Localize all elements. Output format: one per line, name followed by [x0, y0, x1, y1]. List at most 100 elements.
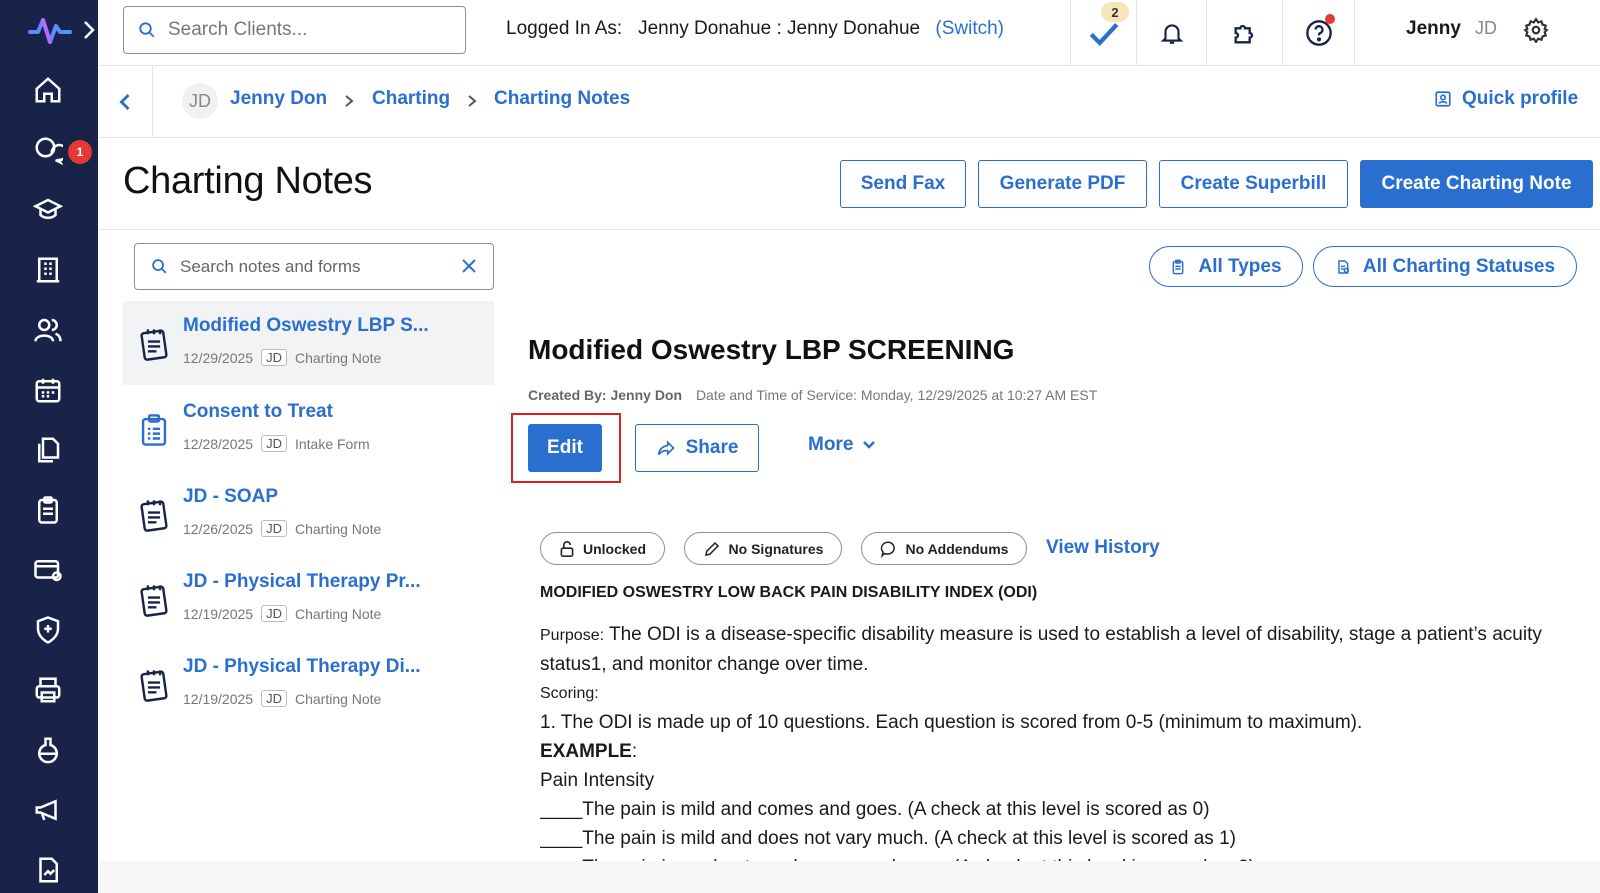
- filter-charting-statuses[interactable]: All Charting Statuses: [1313, 246, 1577, 287]
- notes-search-input[interactable]: [180, 256, 450, 277]
- quick-profile-link[interactable]: Quick profile: [1434, 88, 1578, 110]
- nav-charting[interactable]: [30, 492, 66, 528]
- client-search[interactable]: [123, 6, 466, 54]
- documents-icon: [38, 437, 60, 463]
- help-button[interactable]: [1282, 0, 1354, 65]
- page-title: Charting Notes: [123, 160, 373, 202]
- nav-clients[interactable]: [30, 312, 66, 348]
- nav-reports[interactable]: [30, 852, 66, 888]
- app-logo-icon[interactable]: [26, 12, 74, 48]
- filter-label: All Types: [1198, 255, 1282, 277]
- example-label: EXAMPLE: [540, 741, 632, 762]
- view-history-link[interactable]: View History: [1046, 537, 1160, 559]
- create-charting-note-button[interactable]: Create Charting Note: [1360, 160, 1593, 208]
- note-list-item[interactable]: JD - SOAP 12/26/2025 JD Charting Note: [123, 472, 494, 556]
- integrations-button[interactable]: [1206, 0, 1282, 65]
- chevron-right-icon: [345, 95, 354, 107]
- note-list-item[interactable]: JD - Physical Therapy Di... 12/19/2025 J…: [123, 642, 494, 726]
- nav-education[interactable]: [30, 192, 66, 228]
- note-author-initials: JD: [261, 520, 287, 537]
- printer-icon: [35, 677, 61, 703]
- note-list-item[interactable]: JD - Physical Therapy Pr... 12/19/2025 J…: [123, 557, 494, 641]
- notifications-button[interactable]: [1136, 0, 1206, 65]
- chat-bubbles-icon: [35, 137, 63, 165]
- note-author-initials: JD: [261, 605, 287, 622]
- note-author-initials: JD: [261, 690, 287, 707]
- note-author-initials: JD: [261, 435, 287, 452]
- scoring-line: 1. The ODI is made up of 10 questions. E…: [540, 712, 1363, 733]
- bottom-bar: [98, 861, 1600, 893]
- chevron-right-icon: [468, 95, 477, 107]
- addendum-status-label: No Addendums: [905, 540, 1009, 557]
- gear-icon[interactable]: [1523, 17, 1549, 43]
- nav-messages[interactable]: [30, 132, 66, 168]
- note-detail-title: Modified Oswestry LBP SCREENING: [528, 334, 1015, 365]
- send-fax-button[interactable]: Send Fax: [840, 160, 966, 208]
- note-meta: 12/28/2025 JD Intake Form: [183, 435, 370, 452]
- note-body-heading: MODIFIED OSWESTRY LOW BACK PAIN DISABILI…: [540, 584, 1038, 601]
- note-type: Charting Note: [294, 520, 382, 537]
- scoring-label: Scoring:: [540, 685, 599, 702]
- tasks-button[interactable]: 2: [1070, 0, 1136, 65]
- divider: [152, 66, 153, 137]
- switch-user-link[interactable]: (Switch): [935, 18, 1004, 39]
- create-superbill-button[interactable]: Create Superbill: [1159, 160, 1348, 208]
- divider: [98, 229, 1600, 230]
- note-title: JD - SOAP: [183, 486, 279, 507]
- note-list-item[interactable]: Modified Oswestry LBP S... 12/29/2025 JD…: [123, 301, 494, 385]
- chevron-down-icon: [863, 441, 876, 449]
- nav-home[interactable]: [30, 72, 66, 108]
- nav-insurance[interactable]: [30, 612, 66, 648]
- signature-status-chip: No Signatures: [684, 532, 842, 565]
- note-type: Charting Note: [294, 605, 382, 622]
- note-type: Intake Form: [294, 435, 370, 452]
- service-datetime: Date and Time of Service: Monday, 12/29/…: [695, 387, 1098, 403]
- close-icon[interactable]: [459, 256, 479, 276]
- note-list-item[interactable]: Consent to Treat 12/28/2025 JD Intake Fo…: [123, 387, 494, 471]
- user-name[interactable]: Jenny: [1406, 18, 1461, 40]
- note-title: Consent to Treat: [183, 401, 333, 422]
- nav-marketing[interactable]: [30, 792, 66, 828]
- app-root: 1 Search Clients... Logged In As: Jenny …: [0, 0, 1600, 893]
- client-avatar: JD: [182, 83, 218, 119]
- user-avatar[interactable]: JD: [1475, 18, 1497, 39]
- people-icon: [34, 318, 62, 342]
- nav-facilities[interactable]: [30, 252, 66, 288]
- pain-option: ____The pain is mild and does not vary m…: [540, 828, 1236, 849]
- top-bar: Logged In As: Jenny Donahue : Jenny Dona…: [98, 0, 1600, 66]
- lock-status-chip: Unlocked: [540, 532, 665, 565]
- breadcrumb-client[interactable]: Jenny Don: [230, 88, 327, 110]
- megaphone-icon: [35, 799, 57, 821]
- quick-profile-label: Quick profile: [1462, 88, 1579, 109]
- share-button[interactable]: Share: [635, 424, 759, 472]
- nav-documents[interactable]: [30, 432, 66, 468]
- search-icon: [152, 259, 167, 274]
- left-nav-rail: 1: [0, 0, 98, 893]
- note-meta: 12/26/2025 JD Charting Note: [183, 520, 381, 537]
- notes-search[interactable]: [134, 243, 494, 290]
- note-date: 12/29/2025: [183, 349, 254, 366]
- pain-option: ____The pain is mild and comes and goes.…: [540, 799, 1210, 820]
- breadcrumb-charting[interactable]: Charting: [372, 88, 450, 110]
- generate-pdf-button[interactable]: Generate PDF: [978, 160, 1147, 208]
- expand-nav-icon[interactable]: [82, 18, 96, 42]
- edit-button[interactable]: Edit: [528, 424, 602, 472]
- logged-in-label: Logged In As:: [506, 18, 623, 39]
- nav-lab[interactable]: [30, 732, 66, 768]
- filter-label: All Charting Statuses: [1362, 255, 1556, 277]
- back-chevron-icon[interactable]: [114, 88, 136, 116]
- pain-option: ____The pain is moderate and comes and g…: [540, 853, 1570, 861]
- more-dropdown[interactable]: More: [808, 434, 877, 456]
- breadcrumb-charting-notes[interactable]: Charting Notes: [494, 88, 630, 110]
- unlock-icon: [560, 540, 574, 557]
- note-author-initials: JD: [261, 349, 287, 366]
- example-colon: :: [631, 741, 638, 762]
- nav-print[interactable]: [30, 672, 66, 708]
- note-title: JD - Physical Therapy Pr...: [183, 571, 421, 592]
- filter-all-types[interactable]: All Types: [1149, 246, 1303, 287]
- signature-status-label: No Signatures: [728, 540, 824, 557]
- flask-icon: [38, 737, 58, 764]
- nav-calendar[interactable]: [30, 372, 66, 408]
- client-search-input[interactable]: [168, 19, 448, 41]
- nav-billing[interactable]: [30, 552, 66, 588]
